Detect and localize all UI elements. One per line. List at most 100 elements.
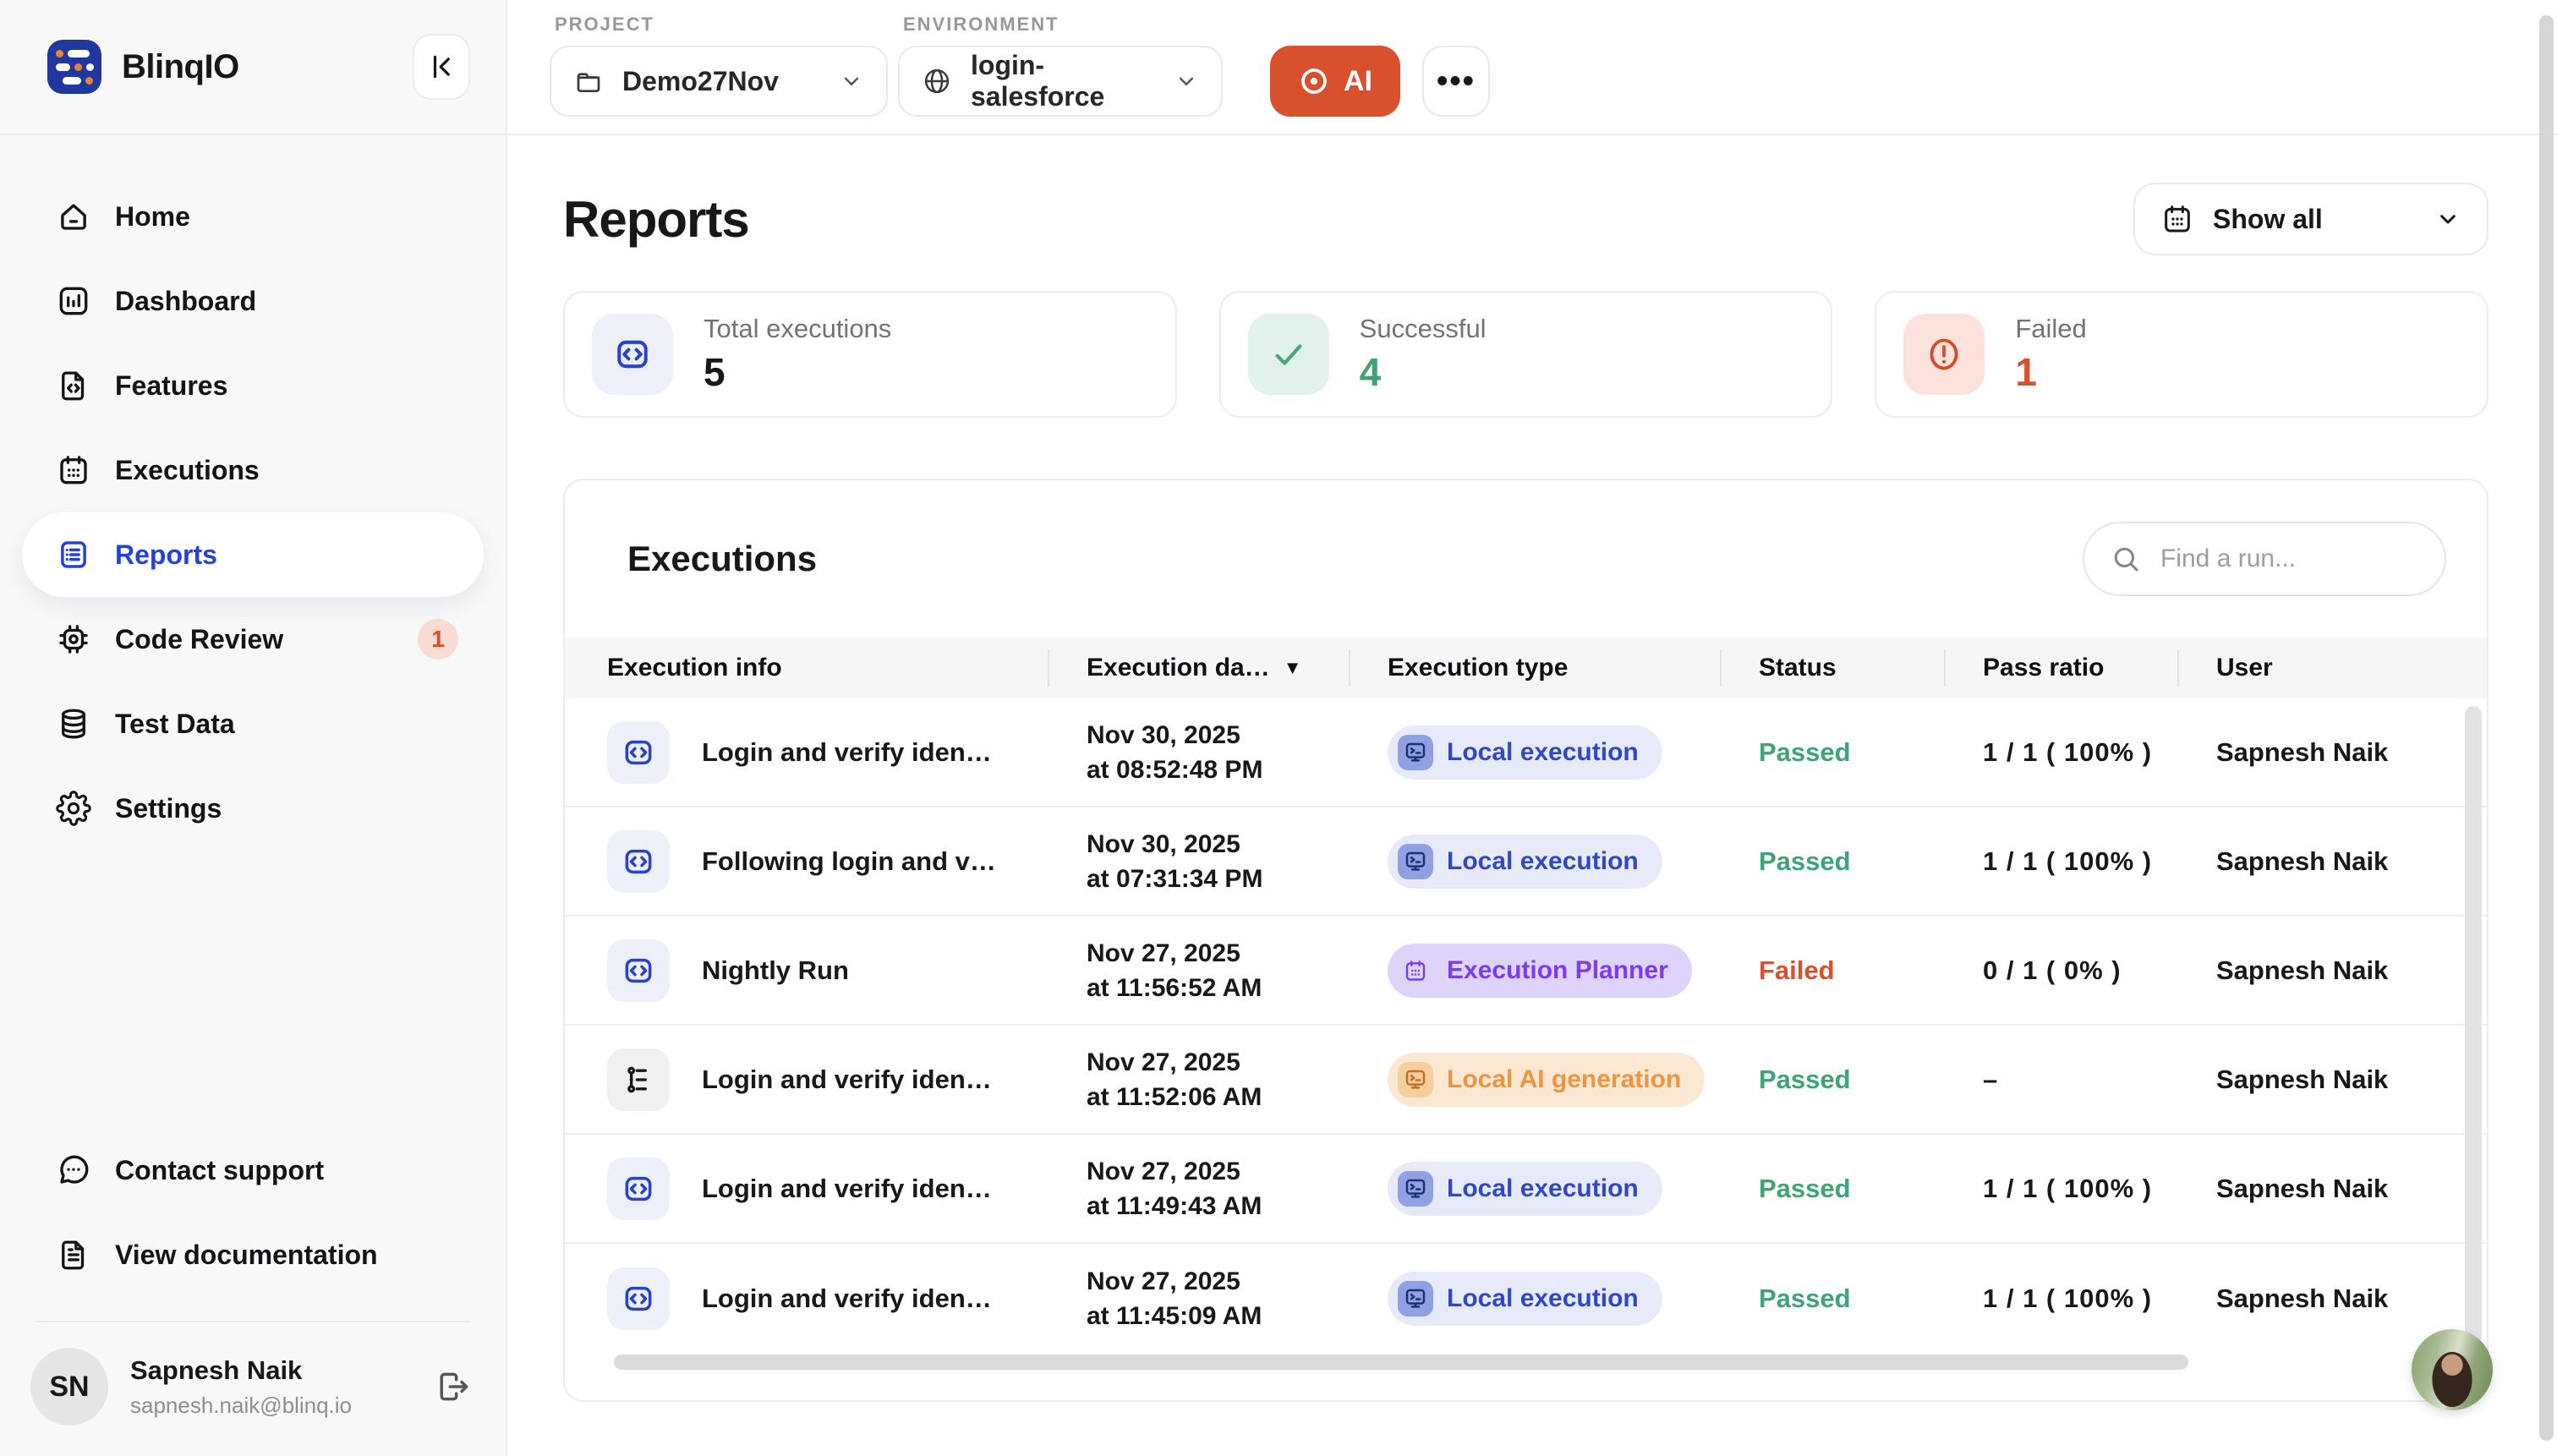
- sidebar-item-code-review[interactable]: Code Review1: [22, 597, 484, 681]
- execution-info-cell: Nightly Run: [565, 939, 1048, 1002]
- column-label: Execution type: [1388, 654, 1568, 682]
- execution-date: Nov 30, 2025: [1087, 718, 1349, 753]
- table-row[interactable]: Following login and v… Nov 30, 2025at 07:…: [565, 807, 2487, 917]
- table-body: Login and verify iden…Nov 30, 2025at 08:…: [565, 698, 2487, 1353]
- table-row[interactable]: Login and verify iden…Nov 27, 2025at 11:…: [565, 1135, 2487, 1244]
- database-icon: [56, 706, 91, 742]
- sidebar-item-test-data[interactable]: Test Data: [22, 681, 484, 766]
- terminal-icon: [1398, 1171, 1433, 1207]
- execution-type-label: Execution Planner: [1447, 956, 1668, 985]
- execution-date: Nov 27, 2025: [1087, 1264, 1349, 1299]
- user-cell: Sapnesh Naik: [2177, 737, 2487, 768]
- table-horizontal-scrollbar[interactable]: [614, 1355, 2188, 1370]
- execution-type-badge: Local AI generation: [1388, 1053, 1705, 1107]
- table-row[interactable]: Login and verify iden…Nov 27, 2025at 11:…: [565, 1026, 2487, 1135]
- execution-info-cell: Login and verify iden…: [565, 1267, 1048, 1330]
- status-cell: Passed: [1720, 737, 1944, 768]
- pass-ratio-cell: –: [1944, 1065, 2177, 1095]
- execution-date: Nov 30, 2025: [1087, 827, 1349, 862]
- more-options-button[interactable]: •••: [1422, 46, 1490, 117]
- sidebar-item-label: Code Review: [115, 624, 283, 655]
- sidebar-footer: Contact supportView documentation SN Sap…: [0, 1128, 506, 1456]
- chat-icon: [56, 1152, 91, 1188]
- execution-date-cell: Nov 30, 2025at 08:52:48 PM: [1048, 718, 1349, 787]
- user-cell: Sapnesh Naik: [2177, 955, 2487, 986]
- main-content: Reports Show all Total executions5Succes…: [563, 135, 2489, 1402]
- column-header-5[interactable]: User: [2177, 638, 2487, 698]
- column-header-2[interactable]: Execution type: [1349, 638, 1720, 698]
- code-icon: [607, 1158, 670, 1220]
- terminal-icon: [1403, 849, 1428, 874]
- table-vertical-scrollbar[interactable]: [2465, 706, 2482, 1344]
- execution-type-cell: Local AI generation: [1349, 1053, 1720, 1107]
- profile-photo[interactable]: [2412, 1329, 2493, 1410]
- page-scrollbar[interactable]: [2539, 15, 2554, 1441]
- search-box[interactable]: [2083, 522, 2446, 596]
- stat-label: Successful: [1360, 314, 1487, 344]
- execution-type-badge: Local execution: [1388, 725, 1662, 780]
- executions-card: Executions Execution infoExecution da…▼E…: [563, 479, 2489, 1402]
- code-icon: [621, 1282, 655, 1316]
- execution-name: Login and verify iden…: [702, 1284, 992, 1314]
- sidebar-item-label: Home: [115, 201, 190, 233]
- sidebar-item-settings[interactable]: Settings: [22, 766, 484, 851]
- column-header-0[interactable]: Execution info: [565, 638, 1048, 698]
- user-card[interactable]: SN Sapnesh Naik sapnesh.naik@blinq.io: [22, 1339, 484, 1434]
- sidebar-item-features[interactable]: Features: [22, 343, 484, 428]
- column-header-3[interactable]: Status: [1720, 638, 1944, 698]
- code-icon: [621, 736, 655, 769]
- execution-time: at 08:52:48 PM: [1087, 753, 1349, 787]
- collapse-sidebar-icon: [424, 50, 458, 84]
- execution-info-cell: Login and verify iden…: [565, 1158, 1048, 1220]
- column-header-4[interactable]: Pass ratio: [1944, 638, 2177, 698]
- execution-type-badge: Local execution: [1388, 1162, 1662, 1216]
- execution-date-cell: Nov 27, 2025at 11:56:52 AM: [1048, 936, 1349, 1005]
- execution-name: Following login and v…: [702, 846, 996, 877]
- user-cell: Sapnesh Naik: [2177, 1065, 2487, 1095]
- terminal-icon: [1403, 1286, 1428, 1311]
- execution-date-cell: Nov 30, 2025at 07:31:34 PM: [1048, 827, 1349, 896]
- terminal-icon: [1398, 735, 1433, 770]
- cpu-icon: [56, 621, 91, 657]
- execution-name: Login and verify iden…: [702, 1065, 992, 1095]
- column-label: User: [2216, 654, 2273, 682]
- column-label: Execution info: [607, 654, 782, 682]
- date-filter-button[interactable]: Show all: [2133, 183, 2489, 255]
- execution-time: at 11:52:06 AM: [1087, 1080, 1349, 1114]
- stat-card-failed: Failed1: [1875, 291, 2489, 418]
- pass-ratio-cell: 0 / 1 ( 0% ): [1944, 955, 2177, 986]
- table-row[interactable]: Nightly RunNov 27, 2025at 11:56:52 AM Exe…: [565, 917, 2487, 1026]
- table-row[interactable]: Login and verify iden… Nov 27, 2025at 11:…: [565, 1244, 2487, 1353]
- sort-desc-icon: ▼: [1284, 659, 1302, 677]
- project-select[interactable]: Demo27Nov: [550, 46, 888, 117]
- calendar-icon: [56, 452, 91, 488]
- column-label: Pass ratio: [1983, 654, 2104, 682]
- stat-value: 5: [704, 349, 891, 395]
- sidebar-item-executions[interactable]: Executions: [22, 428, 484, 512]
- execution-time: at 07:31:34 PM: [1087, 862, 1349, 896]
- sidebar-item-reports[interactable]: Reports: [22, 512, 484, 597]
- search-input[interactable]: [2160, 545, 2397, 573]
- terminal-icon: [1403, 1176, 1428, 1201]
- avatar: SN: [30, 1348, 108, 1426]
- execution-type-cell: Local execution: [1349, 1162, 1720, 1216]
- execution-date-cell: Nov 27, 2025at 11:49:43 AM: [1048, 1154, 1349, 1223]
- execution-type-cell: Local execution: [1349, 835, 1720, 889]
- environment-select[interactable]: login-salesforce: [898, 46, 1223, 117]
- ai-button[interactable]: AI: [1270, 46, 1400, 117]
- sidebar-item-dashboard[interactable]: Dashboard: [22, 259, 484, 343]
- sidebar-link-view-documentation[interactable]: View documentation: [22, 1212, 484, 1297]
- logout-icon[interactable]: [435, 1368, 472, 1405]
- column-header-1[interactable]: Execution da…▼: [1048, 638, 1349, 698]
- execution-type-badge: Local execution: [1388, 835, 1662, 889]
- sidebar-collapse-button[interactable]: [413, 34, 470, 100]
- table-row[interactable]: Login and verify iden… Nov 30, 2025at 08:…: [565, 698, 2487, 807]
- pass-ratio-cell: 1 / 1 ( 100% ): [1944, 846, 2177, 877]
- stat-label: Total executions: [704, 314, 891, 344]
- code-icon: [621, 845, 655, 879]
- execution-date-cell: Nov 27, 2025at 11:45:09 AM: [1048, 1264, 1349, 1333]
- execution-name: Login and verify iden…: [702, 737, 992, 768]
- sidebar-item-home[interactable]: Home: [22, 174, 484, 259]
- code-icon: [592, 314, 673, 395]
- sidebar-link-contact-support[interactable]: Contact support: [22, 1128, 484, 1212]
